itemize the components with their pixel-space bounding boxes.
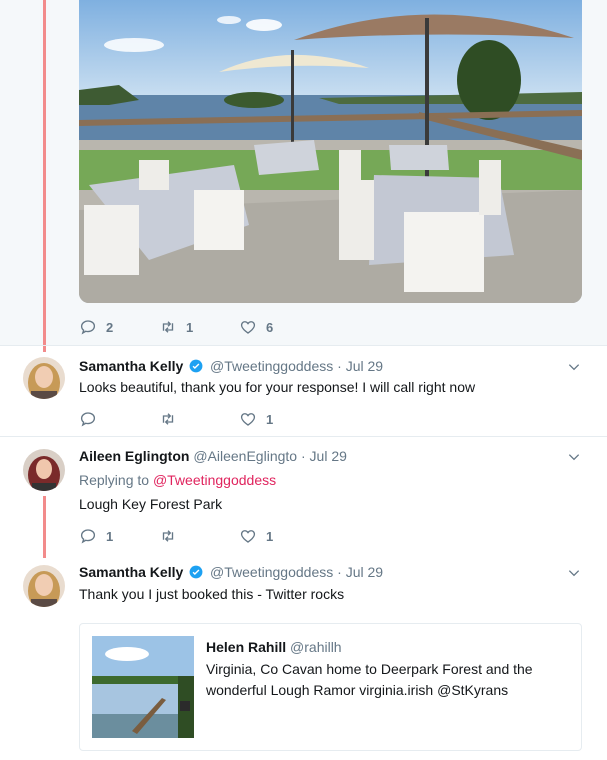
reply-icon: [80, 529, 96, 544]
chevron-down-icon[interactable]: [567, 566, 581, 580]
like-count: 1: [266, 411, 274, 427]
avatar[interactable]: [23, 565, 65, 607]
like-icon: [240, 321, 256, 334]
retweet-count: 1: [186, 319, 194, 335]
separator: ·: [300, 448, 306, 464]
separator: ·: [337, 564, 342, 580]
avatar[interactable]: [23, 357, 65, 399]
verified-badge-icon: [189, 359, 203, 373]
like-button[interactable]: 1: [239, 527, 319, 545]
quoted-display-name: Helen Rahill: [206, 639, 287, 655]
tweet-date[interactable]: Jul 29: [310, 448, 347, 464]
like-button[interactable]: 1: [239, 410, 319, 428]
replying-to-mention[interactable]: @Tweetinggoddess: [153, 472, 276, 488]
display-name[interactable]: Samantha Kelly: [79, 358, 183, 374]
user-handle[interactable]: @AileenEglingto: [193, 448, 297, 464]
tweet-aileen-reply[interactable]: Aileen Eglington @AileenEglingto · Jul 2…: [0, 436, 607, 555]
display-name[interactable]: Aileen Eglington: [79, 448, 189, 464]
tweet-header: Aileen Eglington @AileenEglingto · Jul 2…: [79, 448, 347, 464]
reply-icon: [80, 412, 96, 427]
avatar[interactable]: [23, 449, 65, 491]
reply-button[interactable]: 2: [79, 318, 159, 336]
tweet-3-actions: 1 1: [79, 527, 319, 545]
reply-button[interactable]: [79, 410, 159, 428]
chevron-down-icon[interactable]: [567, 360, 581, 374]
reply-count: 2: [106, 319, 114, 335]
tweet-text: Thank you I just booked this - Twitter r…: [79, 586, 345, 602]
reply-icon: [80, 320, 96, 335]
tweet-date[interactable]: Jul 29: [346, 358, 383, 374]
retweet-icon: [162, 530, 174, 542]
separator: ·: [337, 358, 342, 374]
display-name[interactable]: Samantha Kelly: [79, 564, 183, 580]
retweet-icon: [162, 321, 174, 333]
like-icon: [240, 413, 256, 426]
verified-badge-icon: [189, 565, 203, 579]
reply-button[interactable]: 1: [79, 527, 159, 545]
like-count: 1: [266, 528, 274, 544]
like-count: 6: [266, 319, 274, 335]
tweet-text: Looks beautiful, thank you for your resp…: [79, 379, 476, 395]
quoted-tweet[interactable]: Helen Rahill @rahillh Virginia, Co Cavan…: [79, 623, 582, 751]
retweet-button[interactable]: 1: [159, 318, 239, 336]
tweet-photo-lake-terrace[interactable]: [79, 0, 582, 303]
user-handle[interactable]: @Tweetinggoddess: [210, 358, 333, 374]
like-icon: [240, 530, 256, 543]
retweet-button[interactable]: [159, 410, 239, 428]
quoted-tweet-header: Helen Rahill @rahillh: [206, 639, 342, 655]
tweet-header: Samantha Kelly @Tweetinggoddess · Jul 29: [79, 358, 383, 374]
quoted-user-handle: @rahillh: [290, 639, 342, 655]
quoted-tweet-text: Virginia, Co Cavan home to Deerpark Fore…: [206, 661, 533, 698]
retweet-icon: [162, 413, 174, 425]
tweet-date[interactable]: Jul 29: [346, 564, 383, 580]
chevron-down-icon[interactable]: [567, 450, 581, 464]
like-button[interactable]: 6: [239, 318, 319, 336]
tweet-samantha-reply[interactable]: Samantha Kelly @Tweetinggoddess · Jul 29…: [0, 345, 607, 436]
tweet-1-actions: 2 1 6: [79, 318, 319, 336]
replying-to: Replying to @Tweetinggoddess: [79, 472, 276, 488]
tweet-2-actions: 1: [79, 410, 319, 428]
reply-count: 1: [106, 528, 114, 544]
tweet-text: Lough Key Forest Park: [79, 496, 223, 512]
tweet-header: Samantha Kelly @Tweetinggoddess · Jul 29: [79, 564, 383, 580]
thread-line: [43, 0, 46, 352]
retweet-button[interactable]: [159, 527, 239, 545]
quoted-tweet-image: [92, 636, 194, 738]
user-handle[interactable]: @Tweetinggoddess: [210, 564, 333, 580]
replying-to-label: Replying to: [79, 472, 150, 488]
